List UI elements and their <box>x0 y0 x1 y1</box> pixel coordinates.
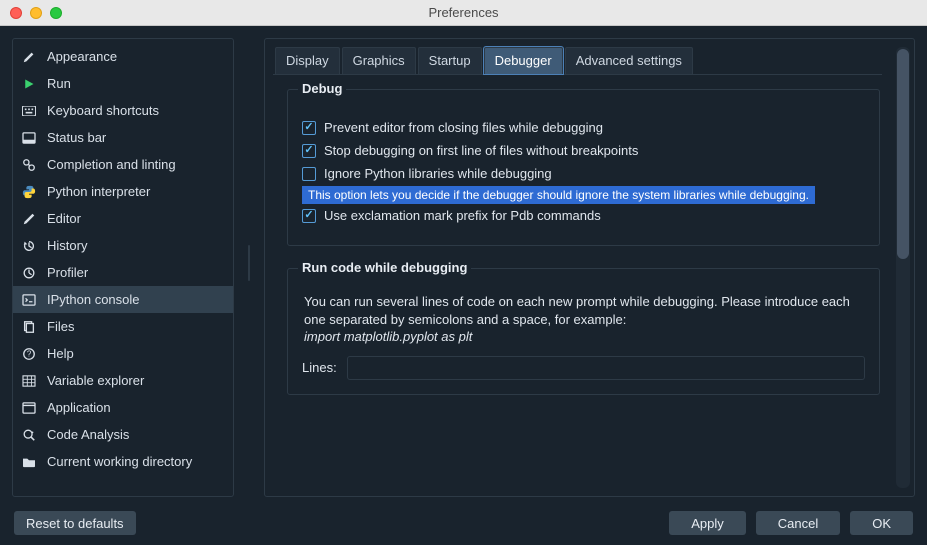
sidebar-item-application[interactable]: Application <box>13 394 233 421</box>
help-icon: ? <box>21 346 37 362</box>
sidebar-item-history[interactable]: History <box>13 232 233 259</box>
debug-group-title: Debug <box>298 81 346 96</box>
tab-display[interactable]: Display <box>275 47 340 74</box>
sidebar-item-label: Appearance <box>47 49 117 64</box>
debug-option-2-tooltip: This option lets you decide if the debug… <box>302 186 815 204</box>
sidebar-item-status-bar[interactable]: Status bar <box>13 124 233 151</box>
sidebar-item-help[interactable]: ? Help <box>13 340 233 367</box>
tab-advanced-settings[interactable]: Advanced settings <box>565 47 693 74</box>
app-icon <box>21 400 37 416</box>
sidebar-item-label: Python interpreter <box>47 184 150 199</box>
sidebar-item-label: Completion and linting <box>47 157 176 172</box>
debug-option-4: Use exclamation mark prefix for Pdb comm… <box>302 208 865 223</box>
completion-icon <box>21 157 37 173</box>
preferences-sidebar: Appearance Run Keyboard shortcuts Status ba… <box>12 38 234 497</box>
table-icon <box>21 373 37 389</box>
sidebar-item-label: Editor <box>47 211 81 226</box>
debug-option-1: Stop debugging on first line of files wi… <box>302 143 865 158</box>
window-title: Preferences <box>0 5 927 20</box>
sidebar-item-label: Application <box>47 400 111 415</box>
sidebar-item-current-working-directory[interactable]: Current working directory <box>13 448 233 475</box>
sidebar-item-label: Code Analysis <box>47 427 129 442</box>
sidebar-item-profiler[interactable]: Profiler <box>13 259 233 286</box>
run-code-example: import matplotlib.pyplot as plt <box>304 329 472 344</box>
debug-option-0: Prevent editor from closing files while … <box>302 120 865 135</box>
run-code-group: Run code while debugging You can run sev… <box>287 268 880 395</box>
debug-option-2-label: Ignore Python libraries while debugging <box>324 166 552 181</box>
sidebar-item-label: Profiler <box>47 265 88 280</box>
debug-option-1-checkbox[interactable] <box>302 144 316 158</box>
sidebar-item-keyboard-shortcuts[interactable]: Keyboard shortcuts <box>13 97 233 124</box>
tab-graphics[interactable]: Graphics <box>342 47 416 74</box>
debug-option-4-label: Use exclamation mark prefix for Pdb comm… <box>324 208 601 223</box>
tab-debugger[interactable]: Debugger <box>484 47 563 74</box>
sidebar-item-label: Keyboard shortcuts <box>47 103 159 118</box>
titlebar: Preferences <box>0 0 927 26</box>
scrollbar-thumb[interactable] <box>897 49 909 259</box>
folder-icon <box>21 454 37 470</box>
debug-option-0-checkbox[interactable] <box>302 121 316 135</box>
dialog-footer: Reset to defaults Apply Cancel OK <box>0 501 927 545</box>
sidebar-item-code-analysis[interactable]: Code Analysis <box>13 421 233 448</box>
sidebar-item-label: Files <box>47 319 74 334</box>
debug-option-1-label: Stop debugging on first line of files wi… <box>324 143 638 158</box>
lines-input[interactable] <box>347 356 865 380</box>
keyboard-icon <box>21 103 37 119</box>
sidebar-item-appearance[interactable]: Appearance <box>13 43 233 70</box>
sidebar-item-label: Current working directory <box>47 454 192 469</box>
sidebar-item-ipython-console[interactable]: IPython console <box>13 286 233 313</box>
sidebar-item-variable-explorer[interactable]: Variable explorer <box>13 367 233 394</box>
cancel-button[interactable]: Cancel <box>756 511 840 535</box>
sidebar-item-completion-and-linting[interactable]: Completion and linting <box>13 151 233 178</box>
sidebar-item-files[interactable]: Files <box>13 313 233 340</box>
sidebar-item-editor[interactable]: Editor <box>13 205 233 232</box>
files-icon <box>21 319 37 335</box>
debug-group: Debug Prevent editor from closing files … <box>287 89 880 246</box>
sidebar-item-python-interpreter[interactable]: Python interpreter <box>13 178 233 205</box>
vertical-scrollbar[interactable] <box>896 47 910 488</box>
lines-label: Lines: <box>302 360 337 375</box>
debug-option-2-checkbox[interactable] <box>302 167 316 181</box>
sidebar-item-label: Status bar <box>47 130 106 145</box>
tab-bar: DisplayGraphicsStartupDebuggerAdvanced s… <box>273 47 882 75</box>
sidebar-item-label: Variable explorer <box>47 373 144 388</box>
sidebar-item-label: Run <box>47 76 71 91</box>
sidebar-item-run[interactable]: Run <box>13 70 233 97</box>
apply-button[interactable]: Apply <box>669 511 746 535</box>
history-icon <box>21 238 37 254</box>
python-icon <box>21 184 37 200</box>
sidebar-item-label: Help <box>47 346 74 361</box>
debug-option-0-label: Prevent editor from closing files while … <box>324 120 603 135</box>
profiler-icon <box>21 265 37 281</box>
debug-option-4-checkbox[interactable] <box>302 209 316 223</box>
reset-defaults-button[interactable]: Reset to defaults <box>14 511 136 535</box>
brush-icon <box>21 49 37 65</box>
svg-text:?: ? <box>27 349 32 358</box>
play-icon <box>21 76 37 92</box>
tab-startup[interactable]: Startup <box>418 47 482 74</box>
ok-button[interactable]: OK <box>850 511 913 535</box>
content-pane: DisplayGraphicsStartupDebuggerAdvanced s… <box>264 38 915 497</box>
run-code-group-title: Run code while debugging <box>298 260 471 275</box>
debug-option-2: Ignore Python libraries while debuggingT… <box>302 166 865 181</box>
sidebar-item-label: IPython console <box>47 292 140 307</box>
run-code-description: You can run several lines of code on eac… <box>304 293 865 346</box>
pencil-icon <box>21 211 37 227</box>
console-icon <box>21 292 37 308</box>
sidebar-item-label: History <box>47 238 87 253</box>
splitter-handle[interactable] <box>244 38 254 497</box>
analysis-icon <box>21 427 37 443</box>
statusbar-icon <box>21 130 37 146</box>
